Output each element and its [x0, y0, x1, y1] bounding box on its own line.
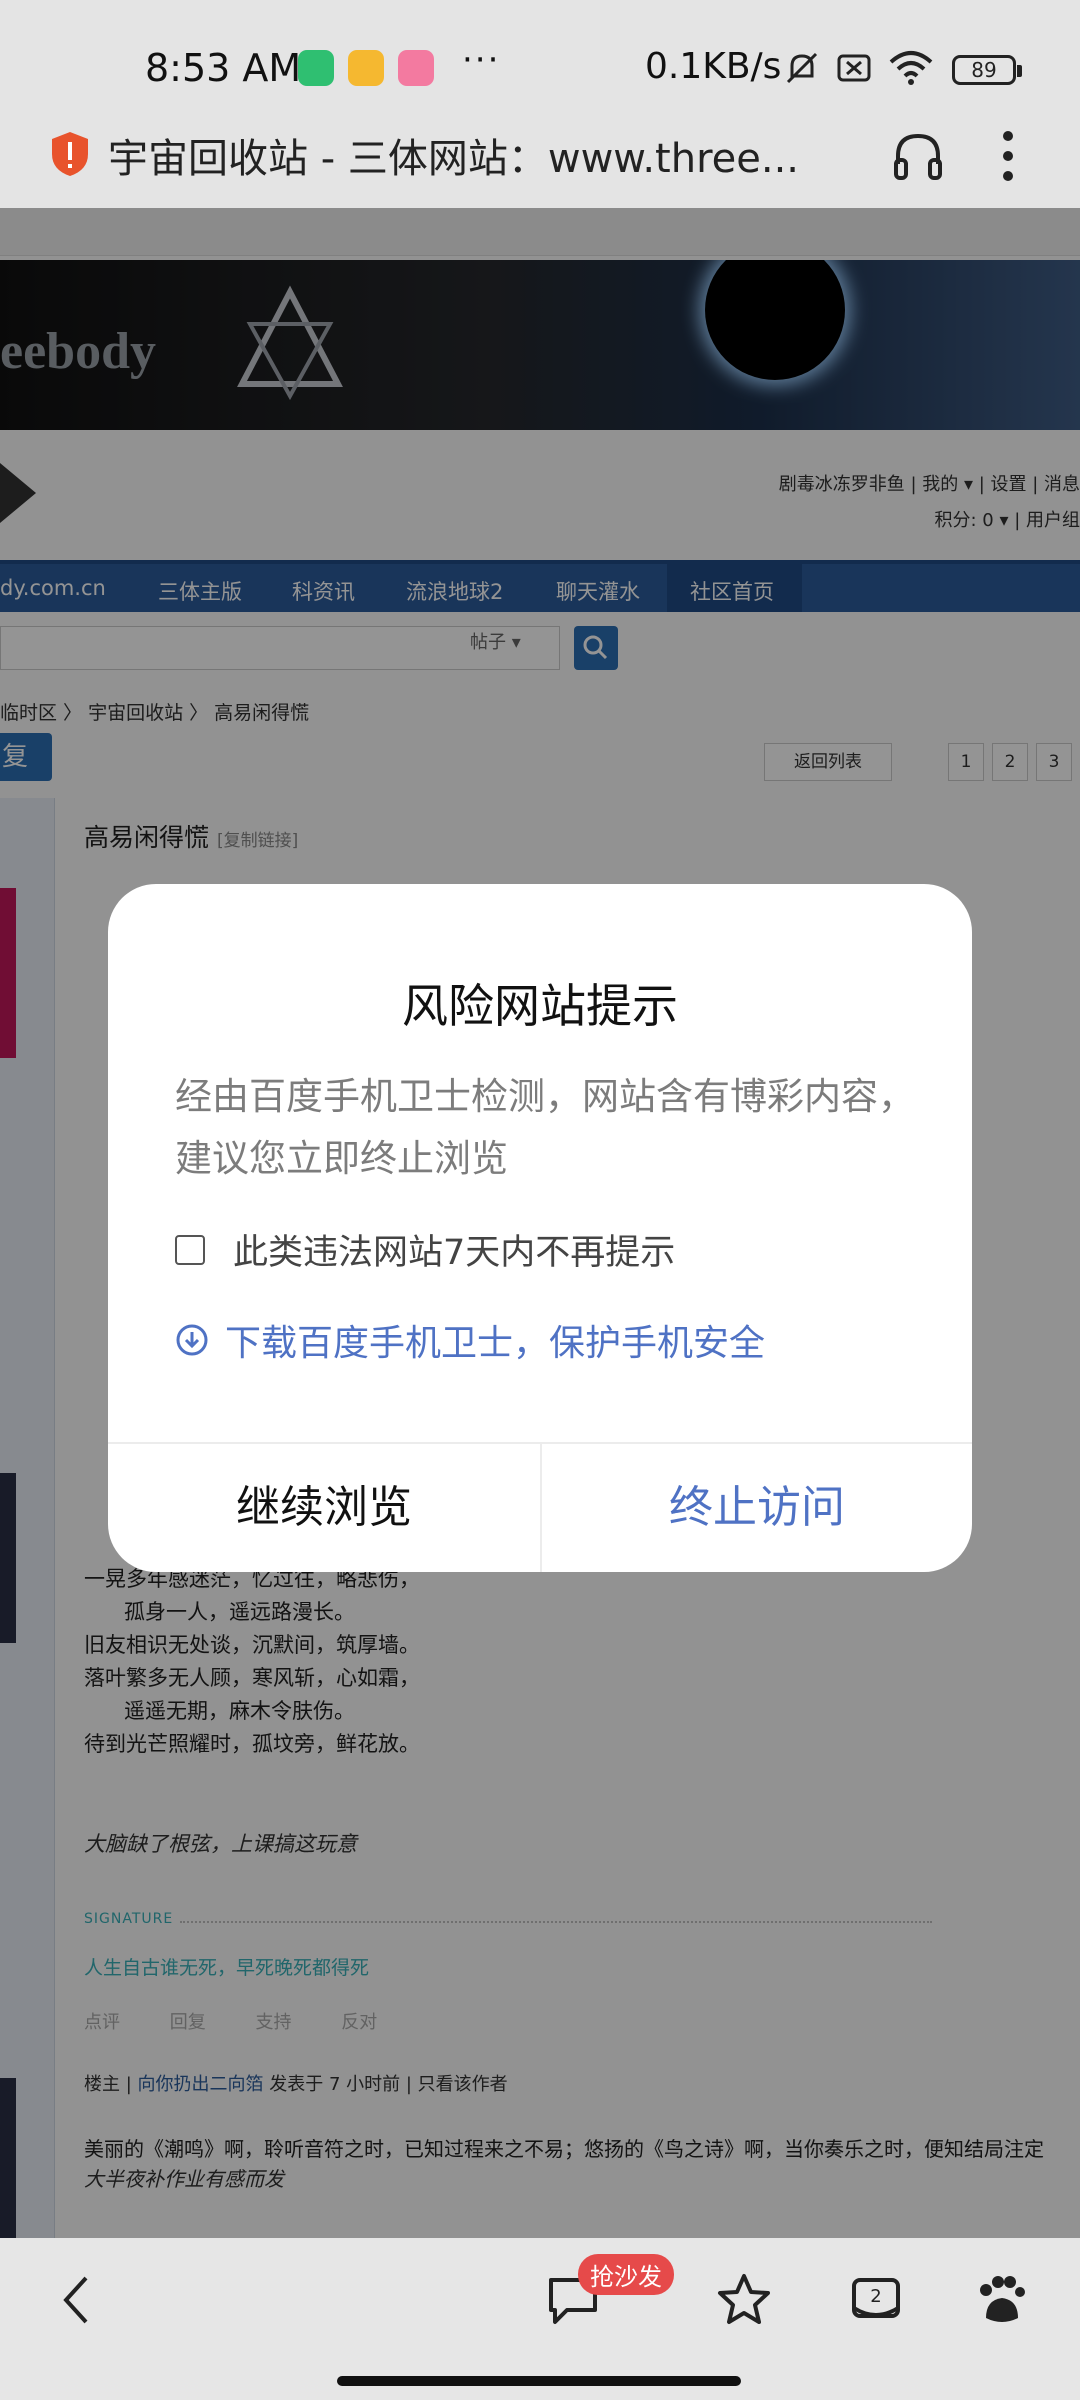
stop-visit-button[interactable]: 终止访问 [542, 1444, 972, 1572]
no-sim-icon [837, 54, 871, 82]
download-circle-icon [176, 1324, 208, 1356]
bilibili-app-icon [398, 50, 434, 86]
sofa-badge[interactable]: 抢沙发 [578, 2254, 674, 2295]
dont-remind-checkbox-row[interactable]: 此类违法网站7天内不再提示 [175, 1224, 675, 1275]
wifi-icon [889, 51, 933, 85]
shield-warning-icon[interactable] [48, 130, 92, 178]
dont-remind-label[interactable]: 此类违法网站7天内不再提示 [233, 1224, 675, 1275]
download-guard-label[interactable]: 下载百度手机卫士，保护手机安全 [225, 1314, 765, 1366]
browser-toolbar: 宇宙回收站 - 三体网站：www.three... [0, 100, 1080, 208]
weibo-app-icon [348, 50, 384, 86]
status-time: 8:53 AM [145, 46, 302, 90]
security-app-icon [298, 50, 334, 86]
star-icon[interactable] [716, 2270, 772, 2330]
back-arrow-icon[interactable] [56, 2270, 96, 2330]
mute-bell-icon [786, 52, 818, 84]
network-speed: 0.1KB/s [645, 46, 782, 87]
headphone-icon[interactable] [888, 126, 948, 186]
battery-indicator: 89 [952, 55, 1022, 85]
tabs-count: 2 [870, 2286, 881, 2307]
dialog-title: 风险网站提示 [402, 979, 678, 1033]
tabs-icon[interactable]: 2 [848, 2270, 904, 2330]
home-indicator[interactable] [337, 2376, 741, 2386]
baidu-paw-icon[interactable] [972, 2270, 1028, 2330]
page-title[interactable]: 宇宙回收站 - 三体网站：www.three... [108, 126, 868, 184]
dialog-message: 经由百度手机卫士检测，网站含有博彩内容，建议您立即终止浏览 [175, 1075, 915, 1180]
more-menu-icon[interactable] [1000, 130, 1016, 182]
continue-browsing-button[interactable]: 继续浏览 [108, 1444, 540, 1572]
dont-remind-checkbox[interactable] [175, 1234, 205, 1265]
download-guard-link[interactable]: 下载百度手机卫士，保护手机安全 [175, 1314, 765, 1366]
risk-warning-dialog: 风险网站提示 经由百度手机卫士检测，网站含有博彩内容，建议您立即终止浏览 此类违… [108, 884, 972, 1572]
more-notifications: ··· [462, 40, 501, 80]
browser-bottom-bar: 抢沙发 2 [0, 2238, 1080, 2400]
